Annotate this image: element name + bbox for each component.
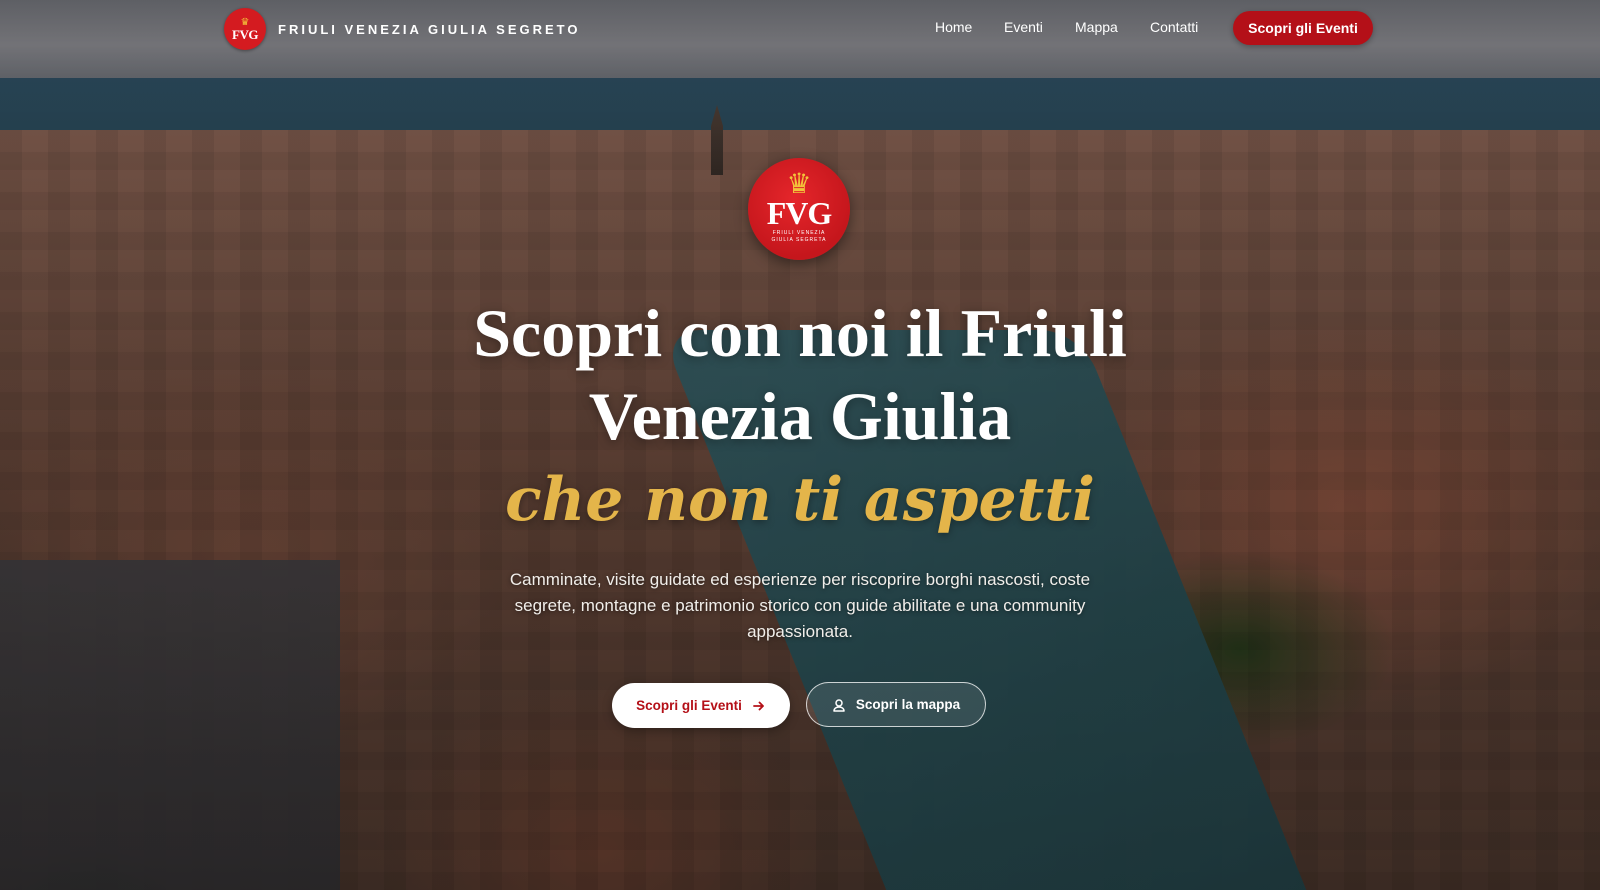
hero-lead-line1: Camminate, visite guidate ed esperienze … (509, 570, 1091, 589)
hero-title-line1: Scopri con noi il Friuli (473, 295, 1127, 371)
discover-events-button[interactable]: Scopri gli Eventi (612, 683, 790, 728)
hero-lead-line3: appassionata. (747, 622, 853, 641)
discover-events-label: Scopri gli Eventi (636, 698, 742, 713)
hero-title-line2: Venezia Giulia (588, 378, 1012, 454)
eagle-icon: ♛ (786, 167, 812, 199)
brand[interactable]: ♛ FVG FRIULI VENEZIA GIULIA SEGRETO (224, 8, 580, 50)
hero-title-accent: che non ti aspetti (505, 465, 1095, 535)
nav-link-eventi[interactable]: Eventi (1004, 19, 1043, 35)
brand-logo-abbr: FVG (232, 26, 258, 42)
discover-map-label: Scopri la mappa (855, 697, 961, 712)
eagle-icon: ♛ (240, 16, 250, 28)
top-navbar: ♛ FVG FRIULI VENEZIA GIULIA SEGRETO Home… (0, 0, 1600, 56)
nav-cta-button[interactable]: Scopri gli Eventi (1233, 11, 1373, 45)
hero-lead: Camminate, visite guidate ed esperienze … (480, 567, 1120, 645)
discover-map-button[interactable]: Scopri la mappa (806, 682, 986, 727)
brand-name[interactable]: FRIULI VENEZIA GIULIA SEGRETO (278, 22, 580, 37)
emblem-tagline: FRIULI VENEZIA GIULIA SEGRETA (771, 229, 827, 243)
nav-link-contatti[interactable]: Contatti (1150, 19, 1198, 35)
hero-lead-line2: segrete, montagne e patrimonio storico c… (514, 596, 1086, 615)
nav-link-home[interactable]: Home (935, 19, 972, 35)
emblem-abbr: FVG (766, 194, 833, 231)
brand-logo[interactable]: ♛ FVG (224, 8, 266, 50)
hero-emblem: ♛ FVG FRIULI VENEZIA GIULIA SEGRETA (748, 158, 850, 260)
user-location-icon (832, 698, 846, 712)
nav-link-mappa[interactable]: Mappa (1075, 19, 1118, 35)
arrow-right-icon (752, 699, 766, 713)
